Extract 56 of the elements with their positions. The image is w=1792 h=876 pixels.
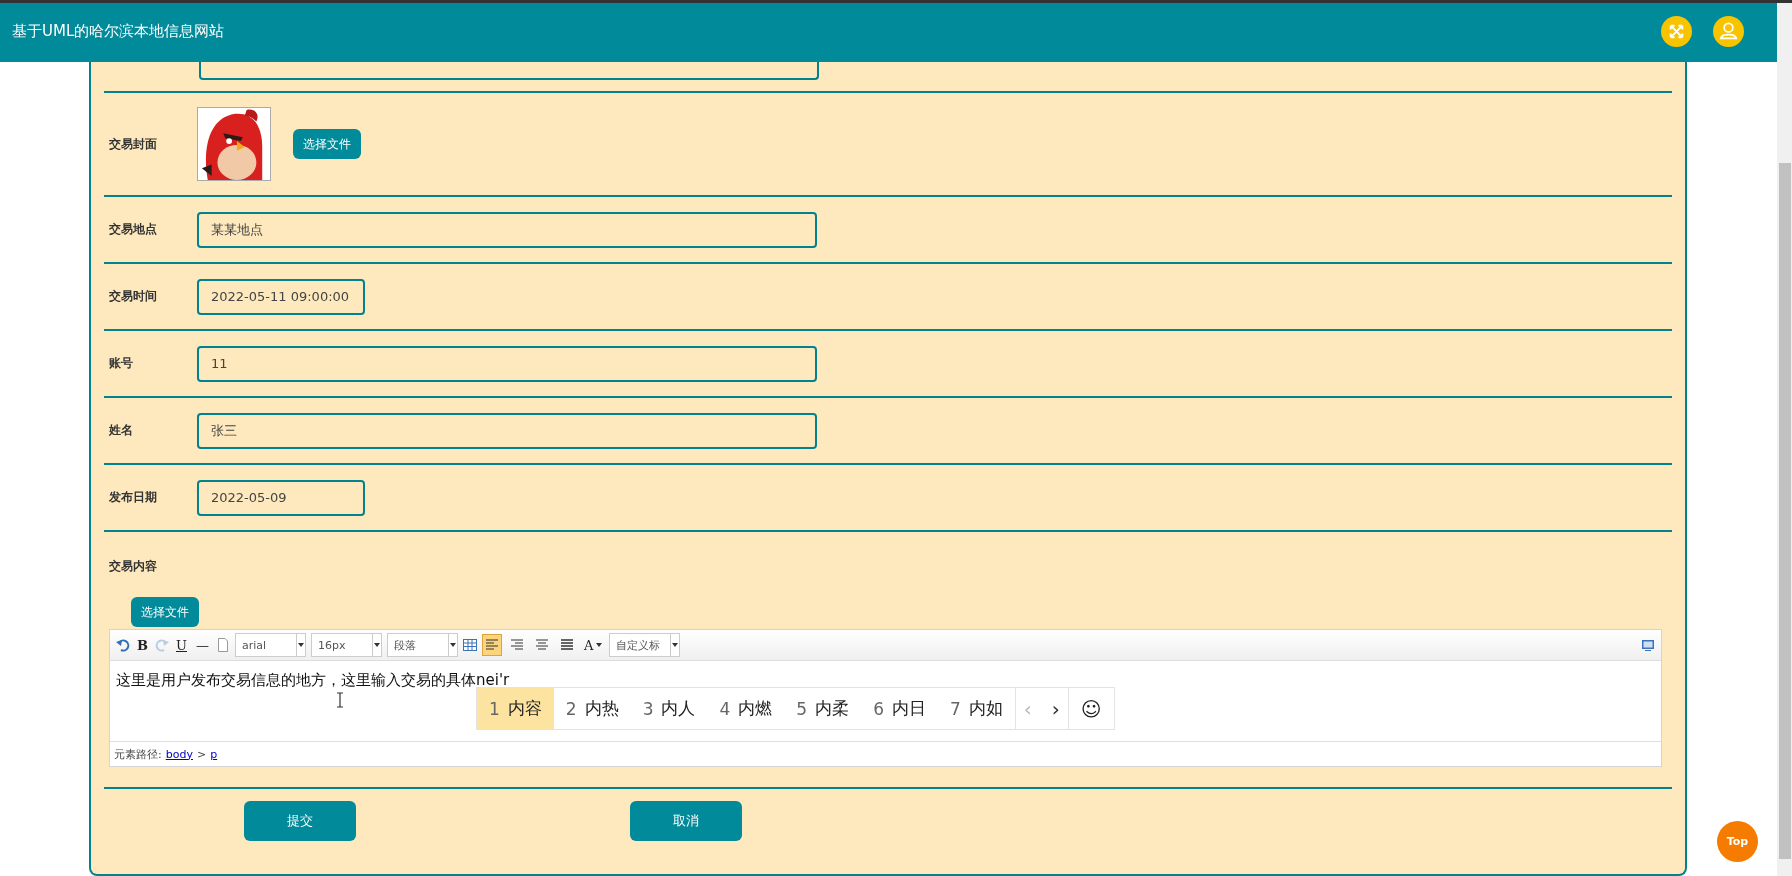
path-separator: > <box>196 747 207 761</box>
page-icon[interactable] <box>215 638 230 652</box>
field-label: 交易封面 <box>109 135 158 153</box>
bold-button[interactable]: B <box>135 637 150 653</box>
emoji-button[interactable]: ☺ <box>1068 688 1114 729</box>
ime-candidate[interactable]: 6 内日 <box>861 688 938 729</box>
preview-icon[interactable] <box>1641 638 1655 652</box>
align-right-icon <box>509 638 524 652</box>
field-label: 发布日期 <box>109 489 158 506</box>
ime-candidate[interactable]: 1 内容 <box>477 688 554 729</box>
align-center-icon <box>534 638 549 652</box>
field-label: 交易时间 <box>109 288 158 305</box>
site-title: 基于UML的哈尔滨本地信息网站 <box>12 21 225 41</box>
caret-icon <box>373 643 380 647</box>
field-label: 姓名 <box>109 422 134 439</box>
font-color-button[interactable]: A <box>581 637 605 653</box>
ime-candidate[interactable]: 5 内柔 <box>784 688 862 729</box>
input-field[interactable]: 11 <box>197 345 817 382</box>
editor-dropdown[interactable]: arial <box>234 633 306 657</box>
next-page-button[interactable]: › <box>1051 696 1060 721</box>
field-label: 交易地点 <box>109 221 158 238</box>
field-label: 账号 <box>109 355 134 372</box>
caret-icon <box>596 643 603 647</box>
underline-button[interactable]: U <box>174 637 189 653</box>
editor-dropdown[interactable]: 自定义标 <box>609 633 681 657</box>
undo-icon[interactable] <box>116 638 130 652</box>
align-left-icon <box>484 638 499 652</box>
editor-dropdown[interactable]: 段落 <box>386 633 458 657</box>
horizontal-rule-button[interactable]: — <box>193 637 211 653</box>
ime-candidate[interactable]: 3 内人 <box>630 688 708 729</box>
ime-candidate[interactable]: 7 内如 <box>937 688 1015 729</box>
field-label: 交易内容 <box>109 558 158 575</box>
caret-icon <box>297 643 304 647</box>
submit-button[interactable]: 提交 <box>244 801 356 841</box>
editor-dropdown[interactable]: 16px <box>310 633 382 657</box>
input-field[interactable]: 2022-05-09 <box>197 479 365 516</box>
choose-file-button[interactable]: 选择文件 <box>131 597 199 627</box>
ime-candidate[interactable]: 4 内燃 <box>707 688 785 729</box>
table-icon[interactable] <box>462 638 477 652</box>
input-field[interactable]: 2022-05-11 09:00:00 <box>197 278 365 315</box>
ime-candidate[interactable]: 2 内热 <box>553 688 631 729</box>
input-field[interactable]: 某某地点 <box>197 211 817 248</box>
caret-icon <box>672 643 679 647</box>
text-cursor-icon <box>336 692 344 708</box>
fullscreen-icon[interactable] <box>1661 15 1692 47</box>
cancel-button[interactable]: 取消 <box>630 801 742 841</box>
element-path-label: 元素路径: <box>114 746 162 762</box>
caret-icon <box>449 643 456 647</box>
justify-icon <box>559 638 574 652</box>
element-path-link[interactable]: body <box>165 747 193 761</box>
scrollbar[interactable] <box>1777 3 1792 876</box>
user-icon[interactable] <box>1713 15 1744 47</box>
element-path-link[interactable]: p <box>210 747 218 761</box>
align-left-button[interactable] <box>481 634 502 656</box>
input-field[interactable]: 张三 <box>197 412 817 449</box>
choose-file-button[interactable]: 选择文件 <box>293 129 361 159</box>
